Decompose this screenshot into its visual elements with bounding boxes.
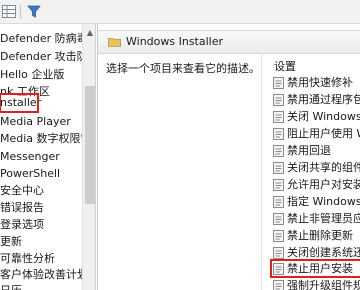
setting-label: 强制升级组件规则 — [287, 279, 360, 290]
policy-setting-icon — [273, 247, 284, 259]
setting-label: 禁止删除更新 — [287, 229, 353, 242]
tree-item[interactable]: Messenger — [0, 148, 60, 166]
tree-item[interactable]: Media Player — [0, 113, 71, 131]
setting-item[interactable]: 关闭创建系统还原 — [271, 244, 360, 261]
setting-label: 禁用通过程序包访 — [287, 93, 360, 106]
policy-setting-icon — [273, 128, 284, 140]
setting-label: 禁止非管理员应用 — [287, 212, 360, 225]
setting-label: 阻止用户使用 Wi — [287, 127, 360, 140]
setting-item[interactable]: 关闭 Windows In — [271, 108, 360, 125]
setting-item[interactable]: 禁用回退 — [271, 142, 360, 159]
policy-setting-icon — [273, 263, 284, 275]
panel-title: Windows Installer — [126, 35, 224, 48]
setting-label: 禁止用户安装 — [287, 262, 353, 275]
grid-view-icon[interactable] — [2, 5, 16, 18]
tree-item[interactable]: Defender 防病毒程 — [0, 30, 82, 48]
policy-setting-icon — [273, 230, 284, 242]
setting-item[interactable]: 指定 Windows In — [271, 193, 360, 210]
setting-item-highlighted[interactable]: 禁止用户安装 — [270, 259, 360, 278]
setting-item[interactable]: 禁止非管理员应用 — [271, 210, 360, 227]
setting-item[interactable]: 强制升级组件规则 — [271, 277, 360, 290]
policy-setting-icon — [273, 94, 284, 106]
setting-label: 禁用回退 — [287, 144, 331, 157]
policy-setting-icon — [273, 111, 284, 123]
tree-item[interactable]: 错误报告 — [0, 199, 44, 217]
setting-item[interactable]: 阻止用户使用 Wi — [271, 125, 360, 142]
policy-setting-icon — [273, 196, 284, 208]
tree-item[interactable]: 登录选项 — [0, 216, 44, 234]
setting-label: 关闭创建系统还原 — [287, 246, 360, 259]
setting-item[interactable]: 关闭共享的组件 — [271, 159, 360, 176]
policy-setting-icon — [273, 145, 284, 157]
tree-item[interactable]: 更新 — [0, 233, 22, 251]
tree-item-selected[interactable]: nstaller — [0, 93, 41, 113]
policy-setting-icon — [273, 280, 284, 290]
column-divider — [261, 54, 262, 290]
settings-column-header[interactable]: 设置 — [274, 58, 296, 74]
setting-label: 允许用户对安装进 — [287, 178, 360, 191]
setting-label: 关闭 Windows In — [287, 110, 360, 123]
tree-item[interactable]: PowerShell — [0, 165, 60, 183]
setting-item[interactable]: 禁止删除更新 — [271, 227, 360, 244]
setting-label: 指定 Windows In — [287, 195, 360, 208]
toolbar-separator — [20, 4, 21, 19]
details-panel: Windows Installer 选择一个项目来查看它的描述。 设置 禁用快速… — [97, 24, 360, 290]
policy-setting-icon — [273, 179, 284, 191]
setting-label: 关闭共享的组件 — [287, 161, 360, 174]
policy-setting-icon — [273, 77, 284, 89]
tree-scrollbar[interactable]: ▲ — [82, 24, 96, 290]
scroll-up-icon[interactable]: ▲ — [85, 28, 95, 38]
setting-label: 禁用快速修补 — [287, 76, 353, 89]
description-text: 选择一个项目来查看它的描述。 — [106, 62, 260, 75]
policy-setting-icon — [273, 213, 284, 225]
panel-header: Windows Installer — [98, 30, 360, 54]
setting-item[interactable]: 禁用快速修补 — [271, 74, 360, 91]
setting-item[interactable]: 禁用通过程序包访 — [271, 91, 360, 108]
toolbar — [0, 0, 360, 24]
tree-item[interactable]: 日历 — [0, 282, 22, 290]
folder-icon — [108, 37, 121, 47]
tree-item[interactable]: Media 数字权限管理 — [0, 130, 82, 148]
tree-item[interactable]: 安全中心 — [0, 182, 44, 200]
filter-icon[interactable] — [27, 5, 41, 18]
scrollbar-thumb[interactable] — [85, 86, 95, 204]
tree-item[interactable]: Defender 攻击防护 — [0, 48, 82, 66]
setting-item[interactable]: 允许用户对安装进 — [271, 176, 360, 193]
policy-setting-icon — [273, 162, 284, 174]
policy-tree: Defender 防病毒程 Defender 攻击防护 Hello 企业版 nk… — [0, 24, 82, 290]
tree-item[interactable]: Hello 企业版 — [0, 66, 64, 84]
